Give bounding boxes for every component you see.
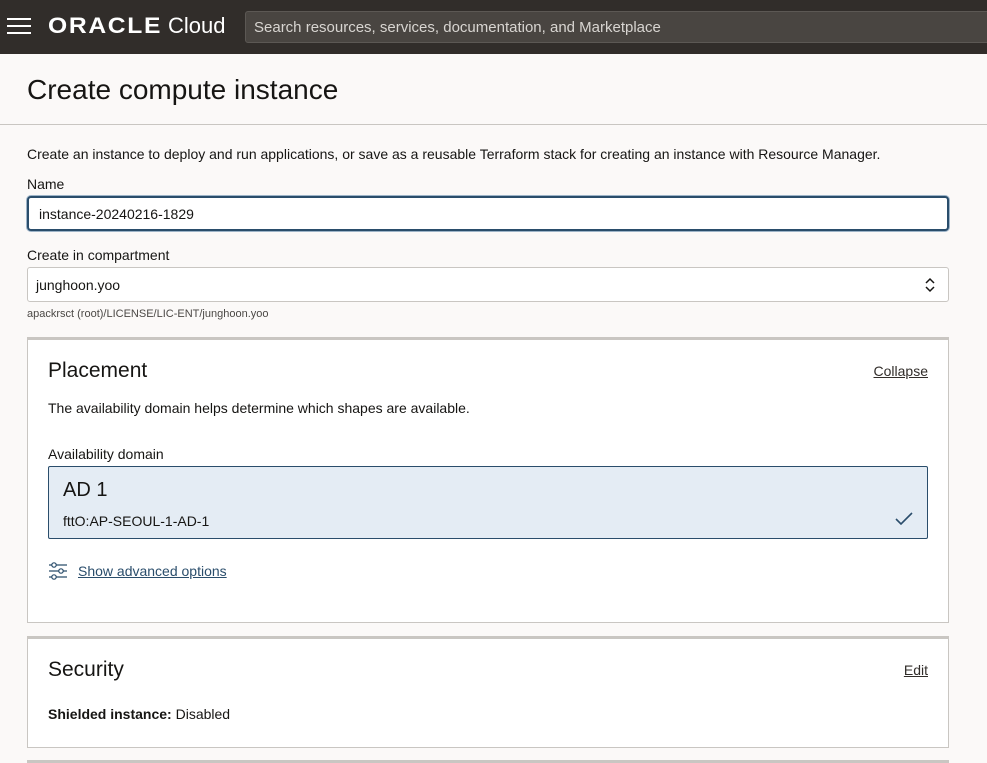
edit-security-link[interactable]: Edit bbox=[904, 662, 928, 678]
shielded-instance-label: Shielded instance: bbox=[48, 706, 172, 722]
shielded-instance-value: Disabled bbox=[175, 706, 231, 722]
page-header: Create compute instance bbox=[0, 54, 987, 125]
updown-chevron-icon bbox=[925, 277, 935, 293]
name-input[interactable] bbox=[29, 198, 947, 229]
logo-sub: Cloud bbox=[168, 13, 226, 38]
compartment-value: junghoon.yoo bbox=[36, 277, 121, 293]
availability-domain-card[interactable]: AD 1 fttO:AP-SEOUL-1-AD-1 bbox=[48, 466, 928, 539]
advanced-options-toggle[interactable]: Show advanced options bbox=[48, 561, 227, 581]
page-intro: Create an instance to deploy and run app… bbox=[27, 146, 881, 162]
placement-title: Placement bbox=[48, 359, 148, 382]
compartment-select[interactable]: junghoon.yoo bbox=[27, 267, 949, 302]
top-navigation-bar: ORACLE Cloud bbox=[0, 0, 987, 54]
checkmark-icon bbox=[895, 512, 913, 526]
shielded-instance-row: Shielded instance: Disabled bbox=[48, 706, 230, 722]
compartment-label: Create in compartment bbox=[27, 247, 170, 263]
page-title: Create compute instance bbox=[27, 74, 339, 105]
ad-name: AD 1 bbox=[63, 479, 108, 501]
sliders-icon bbox=[49, 562, 67, 580]
security-panel: Security Edit Shielded instance: Disable… bbox=[27, 636, 949, 748]
search-input[interactable] bbox=[246, 12, 987, 42]
placement-description: The availability domain helps determine … bbox=[48, 400, 470, 416]
availability-domain-label: Availability domain bbox=[48, 446, 164, 462]
compartment-path: apackrsct (root)/LICENSE/LIC-ENT/junghoo… bbox=[27, 308, 269, 320]
ad-id: fttO:AP-SEOUL-1-AD-1 bbox=[63, 513, 210, 529]
oracle-cloud-logo[interactable]: ORACLE Cloud bbox=[48, 13, 225, 39]
hamburger-menu-icon[interactable] bbox=[6, 15, 32, 37]
global-search bbox=[245, 11, 987, 43]
name-label: Name bbox=[27, 176, 65, 192]
advanced-options-link[interactable]: Show advanced options bbox=[78, 563, 227, 579]
collapse-link[interactable]: Collapse bbox=[874, 363, 928, 379]
name-field bbox=[27, 196, 949, 231]
logo-brand: ORACLE bbox=[48, 13, 163, 38]
main-content: Create an instance to deploy and run app… bbox=[0, 125, 987, 763]
security-title: Security bbox=[48, 658, 124, 681]
placement-panel: Placement Collapse The availability doma… bbox=[27, 337, 949, 623]
